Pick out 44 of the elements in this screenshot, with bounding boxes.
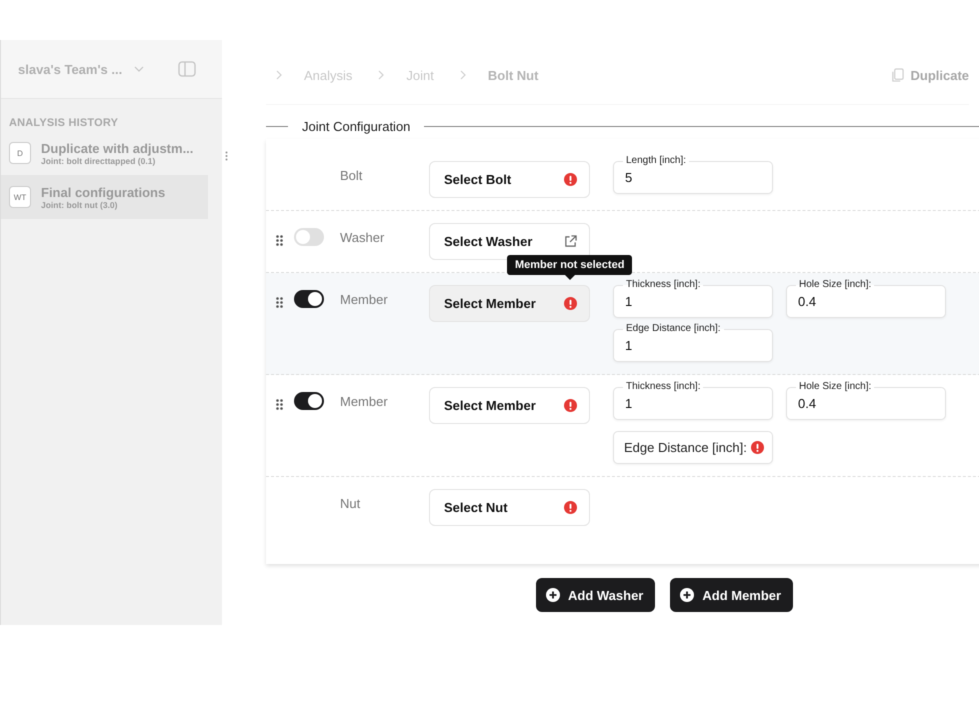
plus-circle-icon: [680, 588, 694, 602]
select-button[interactable]: Select Washer: [429, 223, 590, 260]
plus-circle-icon: [546, 588, 560, 602]
error-icon: [564, 399, 577, 412]
select-button[interactable]: Select Member: [429, 387, 590, 424]
toggle-switch[interactable]: [294, 392, 324, 410]
select-button[interactable]: Select Nut: [429, 489, 590, 526]
select-button[interactable]: Select Bolt: [429, 161, 590, 198]
error-icon: [751, 441, 764, 454]
row-label: Nut: [340, 495, 362, 511]
drag-handle-icon[interactable]: [276, 297, 283, 308]
history-item[interactable]: D Duplicate with adjustm... Joint: bolt directtapped (0.1): [1, 135, 208, 171]
add-button[interactable]: Add Washer: [536, 578, 656, 612]
section-title: Joint Configuration: [302, 118, 410, 134]
item-badge: D: [9, 142, 31, 164]
row-label: Member: [340, 291, 389, 307]
copy-icon: [891, 68, 904, 82]
select-button[interactable]: Select Member: [429, 285, 590, 322]
chevron-right-icon: [276, 70, 282, 80]
toggle-switch[interactable]: [294, 228, 324, 246]
error-icon: [564, 501, 577, 514]
row-label: Member: [340, 393, 389, 409]
resize-handle-icon[interactable]: [225, 151, 228, 161]
item-subtitle: Joint: bolt nut (3.0): [41, 200, 118, 210]
row-label: Washer: [340, 229, 386, 245]
sidebar-toggle-icon[interactable]: [178, 61, 196, 77]
error-icon: [564, 173, 577, 186]
drag-handle-icon[interactable]: [276, 235, 283, 246]
toggle-switch[interactable]: [294, 290, 324, 308]
add-button[interactable]: Add Member: [670, 578, 794, 612]
item-title: Duplicate with adjustm...: [41, 140, 194, 156]
section-heading: ANALYSIS HISTORY: [8, 117, 120, 129]
chevron-right-icon: [460, 70, 466, 80]
drag-handle-icon[interactable]: [276, 399, 283, 410]
input-field[interactable]: Edge Distance [inch]:: [613, 431, 773, 464]
chevron-right-icon: [378, 70, 384, 80]
item-subtitle: Joint: bolt directtapped (0.1): [41, 156, 156, 166]
external-link-icon: [564, 235, 577, 248]
tooltip: Member not selected: [507, 255, 632, 280]
item-badge: WT: [9, 186, 31, 208]
row-label: Bolt: [340, 167, 364, 183]
error-icon: [564, 297, 577, 310]
item-title: Final configurations: [41, 184, 166, 200]
history-item[interactable]: WT Final configurations Joint: bolt nut (3.0): [1, 175, 208, 219]
